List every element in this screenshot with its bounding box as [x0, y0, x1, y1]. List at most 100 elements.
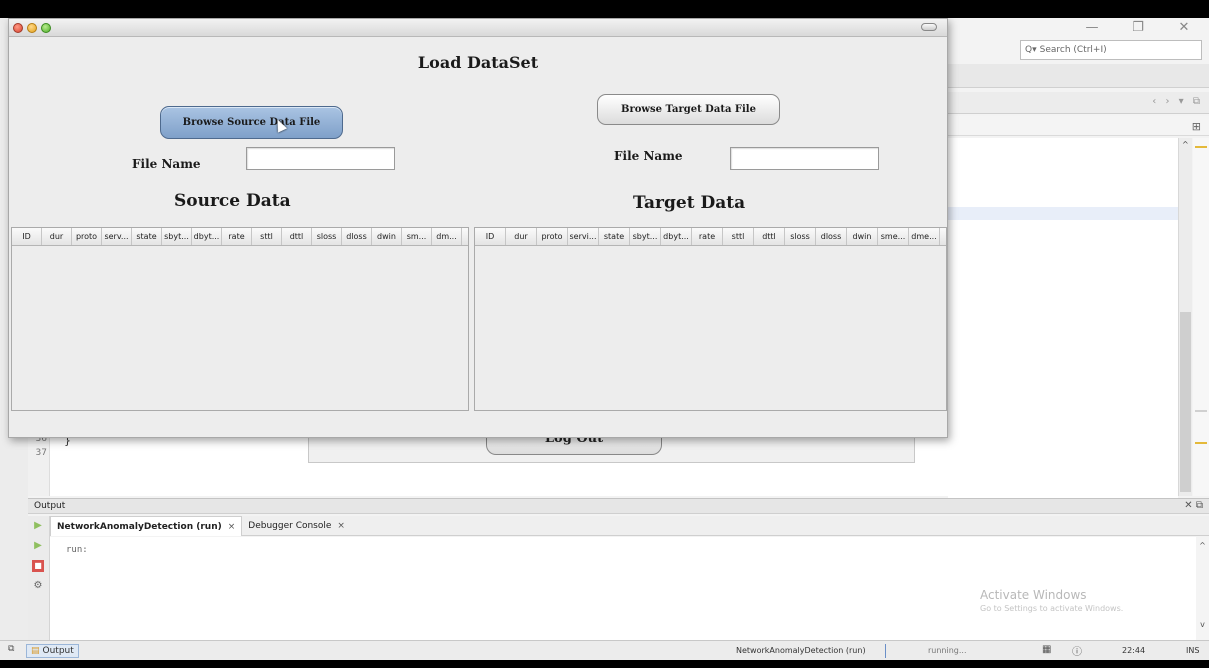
column-header[interactable]: sloss — [312, 228, 342, 245]
column-header[interactable]: dloss — [816, 228, 847, 245]
bottom-black-bar — [0, 660, 1209, 668]
progress-bar — [885, 644, 886, 658]
marker[interactable] — [1195, 410, 1207, 412]
close-icon[interactable]: ✕ — [1177, 20, 1191, 35]
search-placeholder: Search (Ctrl+I) — [1039, 45, 1107, 55]
process-name[interactable]: NetworkAnomalyDetection (run) — [736, 646, 866, 655]
column-header[interactable]: proto — [72, 228, 102, 245]
close-window-icon[interactable] — [13, 23, 23, 33]
column-header[interactable]: rate — [692, 228, 723, 245]
zoom-window-icon[interactable] — [41, 23, 51, 33]
running-status: running... — [928, 646, 967, 655]
column-header[interactable]: dwin — [847, 228, 878, 245]
settings-icon[interactable]: ⚙ — [32, 580, 44, 592]
top-black-bar — [0, 0, 1209, 18]
warning-marker[interactable] — [1195, 442, 1207, 444]
column-header[interactable]: state — [132, 228, 162, 245]
search-input[interactable]: Q▾ Search (Ctrl+I) — [1020, 40, 1202, 60]
scroll-up-icon[interactable]: ^ — [1196, 541, 1209, 550]
load-dataset-dialog: Load DataSet Browse Source Data File Bro… — [8, 18, 948, 438]
column-header[interactable]: dttl — [282, 228, 312, 245]
console-text: run: — [66, 545, 88, 555]
tab-navigation-icons[interactable]: ‹ › ▾ ⧉ — [1152, 96, 1203, 107]
editor-area-right[interactable] — [948, 138, 1178, 498]
scroll-down-icon[interactable]: v — [1196, 620, 1209, 629]
tab-label: Debugger Console — [248, 521, 332, 531]
output-side-toolbar — [28, 516, 50, 640]
column-header[interactable]: sme... — [878, 228, 909, 245]
column-header[interactable]: sttl — [252, 228, 282, 245]
column-header[interactable]: dwin — [372, 228, 402, 245]
close-icon[interactable]: × — [337, 516, 345, 536]
close-icon[interactable]: × — [228, 517, 236, 537]
column-header[interactable]: sm... — [402, 228, 432, 245]
target-data-title: Target Data — [633, 193, 746, 213]
column-header[interactable]: sloss — [785, 228, 816, 245]
column-header[interactable]: serv... — [102, 228, 132, 245]
column-header[interactable]: dm... — [432, 228, 462, 245]
column-header[interactable]: dur — [506, 228, 537, 245]
notifications-icon[interactable]: ▦ — [1042, 644, 1051, 655]
target-table-header: ID dur proto servi... state sbyt... dbyt... rat… — [475, 228, 946, 246]
column-header[interactable]: dbyt... — [661, 228, 692, 245]
source-table-header: ID dur proto serv... state sbyt... dbyt... rate… — [12, 228, 468, 246]
source-file-name-label: File Name — [132, 157, 201, 171]
minimize-window-icon[interactable] — [27, 23, 37, 33]
column-header[interactable]: dloss — [342, 228, 372, 245]
column-header[interactable]: dttl — [754, 228, 785, 245]
browse-source-button[interactable]: Browse Source Data File — [160, 106, 343, 139]
output-scrollbar[interactable]: ^ v — [1196, 537, 1209, 640]
source-data-title: Source Data — [174, 191, 291, 211]
info-icon[interactable]: ⓘ — [1072, 643, 1082, 658]
output-tabs: NetworkAnomalyDetection (run) × Debugger… — [50, 516, 1209, 536]
restore-icon[interactable]: ❐ — [1131, 20, 1145, 35]
target-file-name-field[interactable] — [730, 147, 879, 170]
insert-mode: INS — [1186, 646, 1200, 655]
output-window-button[interactable]: ▤ Output — [26, 644, 79, 658]
column-header[interactable]: rate — [222, 228, 252, 245]
toolbar-toggle-icon[interactable] — [921, 23, 937, 31]
warning-marker[interactable] — [1195, 146, 1207, 148]
output-label: Output — [42, 646, 74, 656]
line-number-gutter: 36 37 — [28, 430, 50, 496]
browse-target-button[interactable]: Browse Target Data File — [597, 94, 780, 125]
activation-watermark-title: Activate Windows — [980, 588, 1087, 602]
rerun-with-params-icon[interactable]: ▶ — [32, 540, 44, 552]
column-header[interactable]: ID — [475, 228, 506, 245]
column-header[interactable]: dur — [42, 228, 72, 245]
column-header[interactable]: servi... — [568, 228, 599, 245]
column-header[interactable]: proto — [537, 228, 568, 245]
column-header[interactable]: ID — [12, 228, 42, 245]
scroll-up-icon[interactable]: ^ — [1182, 140, 1189, 149]
column-header[interactable]: sbyt... — [630, 228, 661, 245]
expand-icon[interactable]: ⊞ — [1192, 120, 1201, 133]
output-panel-controls[interactable]: ✕ ⧉ — [1184, 500, 1203, 511]
stop-icon[interactable]: ■ — [32, 560, 44, 572]
column-header[interactable]: state — [599, 228, 630, 245]
column-header[interactable]: dme... — [909, 228, 940, 245]
restore-window-icon[interactable]: ⧉ — [8, 644, 14, 654]
source-data-table[interactable]: ID dur proto serv... state sbyt... dbyt... rate… — [11, 227, 469, 411]
dialog-titlebar[interactable] — [9, 19, 947, 37]
screen: — ❐ ✕ Q▾ Search (Ctrl+I) ‹ › ▾ ⧉ ⊞ ^ 36 … — [0, 0, 1209, 668]
column-header[interactable]: sbyt... — [162, 228, 192, 245]
ide-editor-toolbar-band — [948, 116, 1209, 136]
column-header[interactable]: sttl — [723, 228, 754, 245]
window-controls: — ❐ ✕ — [1085, 20, 1191, 35]
target-data-table[interactable]: ID dur proto servi... state sbyt... dbyt... rat… — [474, 227, 947, 411]
output-icon: ▤ — [31, 646, 40, 656]
line-number: 37 — [35, 448, 47, 458]
activation-watermark-subtitle: Go to Settings to activate Windows. — [980, 604, 1124, 613]
tab-label: NetworkAnomalyDetection (run) — [57, 521, 222, 532]
source-file-name-field[interactable] — [246, 147, 395, 170]
clock: 22:44 — [1122, 646, 1146, 655]
rerun-icon[interactable]: ▶ — [32, 520, 44, 532]
target-file-name-label: File Name — [614, 149, 683, 163]
editor-scrollbar-thumb[interactable] — [1180, 312, 1191, 492]
tab-network-anomaly-run[interactable]: NetworkAnomalyDetection (run) × — [50, 516, 243, 537]
ide-toolbar-band — [948, 64, 1209, 88]
tab-debugger-console[interactable]: Debugger Console × — [242, 516, 351, 536]
search-icon[interactable]: Q▾ — [1025, 45, 1037, 55]
column-header[interactable]: dbyt... — [192, 228, 222, 245]
minimize-icon[interactable]: — — [1085, 20, 1099, 35]
